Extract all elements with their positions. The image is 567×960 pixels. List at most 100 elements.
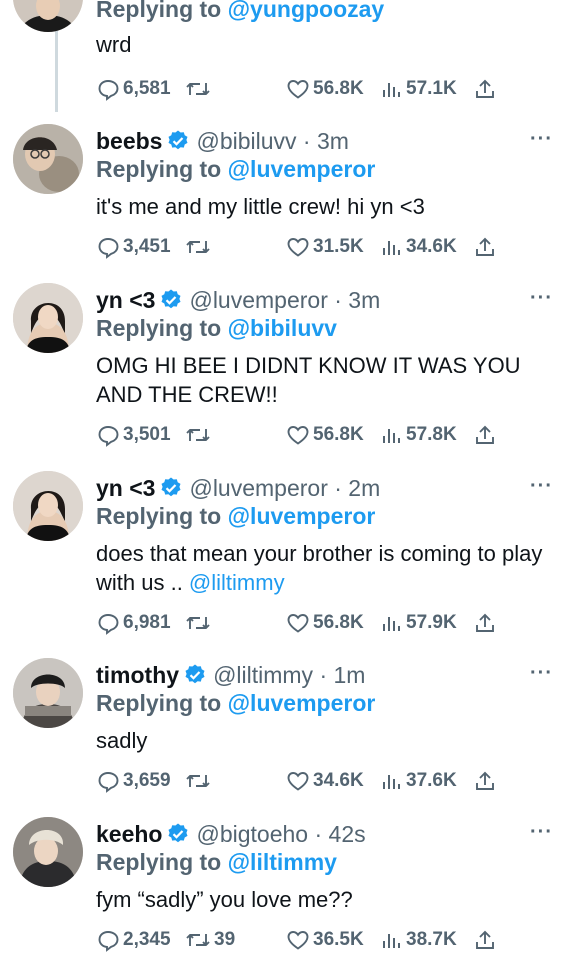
like-button[interactable]: 56.8K: [286, 608, 364, 638]
reply-count: 3,501: [123, 424, 171, 445]
reply-button[interactable]: 3,659: [96, 766, 171, 796]
replying-to-label: Replying to: [96, 0, 228, 22]
like-count: 56.8K: [313, 78, 364, 99]
reply-mention-link[interactable]: @yungpoozay: [228, 0, 385, 22]
avatar[interactable]: [13, 283, 83, 353]
views-icon: [383, 241, 400, 255]
share-button[interactable]: [474, 766, 496, 796]
like-button[interactable]: 56.8K: [286, 420, 364, 450]
retweet-icon: [186, 429, 210, 441]
replying-to: Replying to @liltimmy: [96, 849, 543, 879]
views-icon: [383, 934, 400, 948]
avatar[interactable]: [13, 471, 83, 541]
handle-and-time[interactable]: @luvemperor · 2m: [189, 475, 380, 502]
reply-button[interactable]: 6,981: [96, 608, 171, 638]
retweet-button[interactable]: 39: [185, 925, 235, 955]
display-name[interactable]: keeho: [96, 821, 162, 848]
reply-mention-link[interactable]: @bibiluvv: [228, 315, 337, 341]
like-button[interactable]: 31.5K: [286, 232, 364, 262]
handle-and-time[interactable]: @liltimmy · 1m: [213, 662, 365, 689]
like-count: 36.5K: [313, 929, 364, 950]
views-count: 38.7K: [406, 929, 457, 950]
tweet-header: yn <3 @luvemperor · 3m: [96, 285, 543, 315]
views-button[interactable]: 38.7K: [381, 925, 457, 955]
like-count: 31.5K: [313, 236, 364, 257]
verified-badge-icon: [161, 289, 181, 309]
display-name[interactable]: yn <3: [96, 475, 155, 502]
tweet-header: timothy @liltimmy · 1m: [96, 660, 543, 690]
share-icon: [476, 425, 494, 444]
reply-button[interactable]: 2,345: [96, 925, 171, 955]
share-button[interactable]: [474, 420, 496, 450]
display-name[interactable]: yn <3: [96, 287, 155, 314]
tweet-header: yn <3 @luvemperor · 2m: [96, 473, 543, 503]
reply-mention-link[interactable]: @luvemperor: [228, 690, 376, 716]
avatar[interactable]: [13, 0, 83, 32]
share-icon: [476, 237, 494, 256]
views-button[interactable]: 34.6K: [381, 232, 457, 262]
retweet-button[interactable]: [185, 766, 214, 796]
views-button[interactable]: 57.8K: [381, 420, 457, 450]
share-button[interactable]: [474, 232, 496, 262]
more-icon[interactable]: ···: [530, 821, 553, 844]
handle-and-time[interactable]: @luvemperor · 3m: [189, 287, 380, 314]
reply-button[interactable]: 3,451: [96, 232, 171, 262]
views-icon: [383, 617, 400, 631]
avatar[interactable]: [13, 124, 83, 194]
share-button[interactable]: [474, 608, 496, 638]
replying-to: Replying to @luvemperor: [96, 156, 543, 186]
tweet-text: it's me and my little crew! hi yn <3: [96, 192, 543, 221]
views-button[interactable]: 57.1K: [381, 74, 457, 104]
more-icon[interactable]: ···: [530, 287, 553, 310]
tweet-text: OMG HI BEE I DIDNT KNOW IT WAS YOU AND T…: [96, 351, 543, 409]
more-icon[interactable]: ···: [530, 662, 553, 685]
retweet-button[interactable]: [185, 74, 214, 104]
retweet-button[interactable]: [185, 608, 214, 638]
tweet-text: does that mean your brother is coming to…: [96, 539, 543, 597]
tweet-text: sadly: [96, 726, 543, 755]
reply-mention-link[interactable]: @luvemperor: [228, 156, 376, 182]
reply-count: 6,981: [123, 612, 171, 633]
display-name[interactable]: beebs: [96, 128, 162, 155]
views-count: 57.9K: [406, 612, 457, 633]
like-icon: [287, 931, 309, 950]
display-name[interactable]: timothy: [96, 662, 179, 689]
views-count: 34.6K: [406, 236, 457, 257]
reply-icon: [98, 931, 119, 952]
views-icon: [383, 775, 400, 789]
handle-and-time[interactable]: @bigtoeho · 42s: [196, 821, 365, 848]
share-icon: [476, 930, 494, 949]
more-icon[interactable]: ···: [530, 128, 553, 151]
avatar[interactable]: [13, 817, 83, 887]
more-icon[interactable]: ···: [530, 475, 553, 498]
reply-button[interactable]: 3,501: [96, 420, 171, 450]
reply-mention-link[interactable]: @liltimmy: [228, 849, 337, 875]
like-button[interactable]: 56.8K: [286, 74, 364, 104]
like-count: 56.8K: [313, 612, 364, 633]
like-button[interactable]: 36.5K: [286, 925, 364, 955]
retweet-button[interactable]: [185, 420, 214, 450]
tweet-actions: 6,581 56.8K 57.1K: [96, 74, 506, 104]
views-button[interactable]: 57.9K: [381, 608, 457, 638]
handle-and-time[interactable]: @bibiluvv · 3m: [196, 128, 348, 155]
reply-count: 3,659: [123, 770, 171, 791]
like-button[interactable]: 34.6K: [286, 766, 364, 796]
views-button[interactable]: 37.6K: [381, 766, 457, 796]
retweet-button[interactable]: [185, 232, 214, 262]
retweet-icon: [186, 617, 210, 629]
tweet-actions: 2,345 39 36.5K 38.7K: [96, 925, 506, 955]
tweet-text-body: OMG HI BEE I DIDNT KNOW IT WAS YOU AND T…: [96, 353, 521, 407]
like-count: 34.6K: [313, 770, 364, 791]
share-button[interactable]: [474, 925, 496, 955]
verified-badge-icon: [168, 823, 188, 843]
tweet-mention-link[interactable]: @liltimmy: [189, 570, 285, 595]
verified-badge-icon: [161, 477, 181, 497]
share-button[interactable]: [474, 74, 496, 104]
retweet-icon: [186, 241, 210, 253]
replying-to-label: Replying to: [96, 690, 228, 716]
reply-button[interactable]: 6,581: [96, 74, 171, 104]
replying-to: Replying to @yungpoozay: [96, 0, 543, 26]
reply-mention-link[interactable]: @luvemperor: [228, 503, 376, 529]
avatar[interactable]: [13, 658, 83, 728]
reply-icon: [98, 80, 119, 101]
